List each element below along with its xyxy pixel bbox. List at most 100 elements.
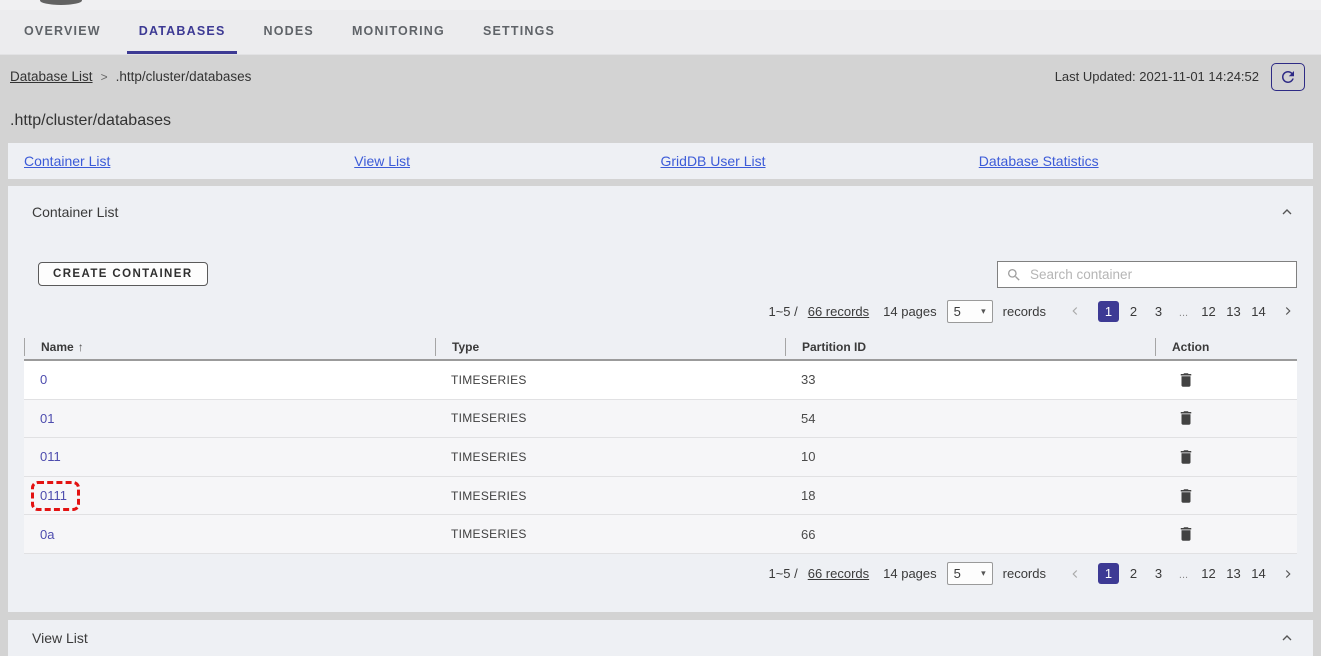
page-number-list: 1 2 3 ... 12 13 14: [1098, 301, 1269, 322]
page-number-list: 1 2 3 ... 12 13 14: [1098, 563, 1269, 584]
last-updated-label: Last Updated: 2021-11-01 14:24:52: [1055, 69, 1259, 84]
chevron-right-icon: [1281, 567, 1295, 581]
breadcrumb-separator: >: [101, 70, 108, 84]
next-page-button[interactable]: [1279, 565, 1297, 583]
page-number-12[interactable]: 12: [1198, 563, 1219, 584]
red-dashed-highlight-annotation: 0111: [31, 481, 80, 511]
page-ellipsis: ...: [1173, 563, 1194, 584]
container-list-section: Container List CREATE CONTAINER 1~5 / 66…: [8, 186, 1313, 612]
table-row: 0a TIMESERIES 66: [24, 515, 1297, 554]
column-header-partition-id[interactable]: Partition ID: [785, 338, 1155, 356]
container-link-011[interactable]: 011: [40, 449, 61, 464]
breadcrumb-current: .http/cluster/databases: [116, 69, 252, 84]
table-row: 01 TIMESERIES 54: [24, 400, 1297, 439]
container-link-01[interactable]: 01: [40, 411, 54, 426]
column-header-type[interactable]: Type: [435, 338, 785, 356]
refresh-button[interactable]: [1271, 63, 1305, 91]
pages-count-label: 14 pages: [883, 304, 937, 319]
partition-id: 66: [785, 527, 1155, 542]
records-count-link[interactable]: 66 records: [808, 304, 869, 319]
breadcrumb: Database List > .http/cluster/databases …: [0, 55, 1321, 98]
view-section-title: View List: [32, 630, 88, 646]
container-link-0a[interactable]: 0a: [40, 527, 54, 542]
page-number-14[interactable]: 14: [1248, 563, 1269, 584]
page-number-14[interactable]: 14: [1248, 301, 1269, 322]
container-type: TIMESERIES: [435, 489, 785, 503]
page-number-1[interactable]: 1: [1098, 563, 1119, 584]
tab-settings[interactable]: SETTINGS: [471, 10, 567, 54]
previous-page-button[interactable]: [1066, 565, 1084, 583]
container-table: Name ↑ Type Partition ID Action 0 TIMESE…: [24, 334, 1297, 554]
records-suffix-label: records: [1003, 566, 1046, 581]
container-link-0[interactable]: 0: [40, 372, 47, 387]
per-page-select[interactable]: 5 ▾: [947, 300, 993, 323]
refresh-icon: [1279, 68, 1297, 86]
partition-id: 10: [785, 449, 1155, 464]
page-title: .http/cluster/databases: [10, 112, 171, 130]
chevron-up-icon: [1279, 630, 1295, 646]
container-type: TIMESERIES: [435, 411, 785, 425]
partition-id: 54: [785, 411, 1155, 426]
tab-monitoring[interactable]: MONITORING: [340, 10, 457, 54]
per-page-value: 5: [954, 566, 961, 581]
main-nav: OVERVIEW DATABASES NODES MONITORING SETT…: [0, 10, 1321, 55]
page-number-3[interactable]: 3: [1148, 563, 1169, 584]
delete-container-icon[interactable]: [1171, 487, 1297, 505]
link-container-list[interactable]: Container List: [24, 153, 110, 169]
sort-ascending-icon: ↑: [78, 340, 84, 354]
page-number-13[interactable]: 13: [1223, 563, 1244, 584]
chevron-left-icon: [1068, 304, 1082, 318]
container-type: TIMESERIES: [435, 450, 785, 464]
page-number-3[interactable]: 3: [1148, 301, 1169, 322]
search-icon: [1006, 267, 1022, 283]
link-griddb-user-list[interactable]: GridDB User List: [661, 153, 766, 169]
partition-id: 18: [785, 488, 1155, 503]
link-view-list[interactable]: View List: [354, 153, 410, 169]
search-container-input[interactable]: [1030, 267, 1288, 282]
previous-page-button[interactable]: [1066, 302, 1084, 320]
next-page-button[interactable]: [1279, 302, 1297, 320]
page-number-12[interactable]: 12: [1198, 301, 1219, 322]
page-number-2[interactable]: 2: [1123, 301, 1144, 322]
page-title-row: .http/cluster/databases: [0, 98, 1321, 143]
delete-container-icon[interactable]: [1171, 525, 1297, 543]
quick-links-bar: Container List View List GridDB User Lis…: [8, 143, 1313, 179]
tab-databases[interactable]: DATABASES: [127, 10, 238, 54]
page-number-1[interactable]: 1: [1098, 301, 1119, 322]
pages-count-label: 14 pages: [883, 566, 937, 581]
tab-overview[interactable]: OVERVIEW: [12, 10, 113, 54]
table-row: 011 TIMESERIES 10: [24, 438, 1297, 477]
partial-logo: [40, 0, 82, 5]
tab-nodes[interactable]: NODES: [251, 10, 325, 54]
create-container-button[interactable]: CREATE CONTAINER: [38, 262, 208, 286]
chevron-right-icon: [1281, 304, 1295, 318]
container-section-header: Container List: [24, 186, 1297, 222]
chevron-down-icon: ▾: [981, 568, 986, 579]
collapse-view-section-button[interactable]: [1277, 628, 1297, 648]
table-header: Name ↑ Type Partition ID Action: [24, 334, 1297, 361]
container-type: TIMESERIES: [435, 373, 785, 387]
column-header-action: Action: [1155, 338, 1297, 356]
page-number-13[interactable]: 13: [1223, 301, 1244, 322]
search-container-box[interactable]: [997, 261, 1297, 288]
chevron-up-icon: [1279, 204, 1295, 220]
table-row-highlighted: 0111 TIMESERIES 18: [24, 477, 1297, 516]
link-database-statistics[interactable]: Database Statistics: [979, 153, 1099, 169]
collapse-container-section-button[interactable]: [1277, 202, 1297, 222]
page-ellipsis: ...: [1173, 301, 1194, 322]
delete-container-icon[interactable]: [1171, 409, 1297, 427]
chevron-left-icon: [1068, 567, 1082, 581]
delete-container-icon[interactable]: [1171, 371, 1297, 389]
container-link-0111[interactable]: 0111: [40, 488, 67, 503]
records-count-link[interactable]: 66 records: [808, 566, 869, 581]
record-range-label: 1~5 /: [768, 566, 797, 581]
per-page-value: 5: [954, 304, 961, 319]
top-strip: [0, 0, 1321, 10]
page-number-2[interactable]: 2: [1123, 563, 1144, 584]
per-page-select[interactable]: 5 ▾: [947, 562, 993, 585]
container-toolbar: CREATE CONTAINER: [24, 236, 1297, 288]
table-row: 0 TIMESERIES 33: [24, 361, 1297, 400]
breadcrumb-database-list-link[interactable]: Database List: [10, 69, 93, 84]
column-header-name[interactable]: Name ↑: [24, 338, 435, 356]
delete-container-icon[interactable]: [1171, 448, 1297, 466]
